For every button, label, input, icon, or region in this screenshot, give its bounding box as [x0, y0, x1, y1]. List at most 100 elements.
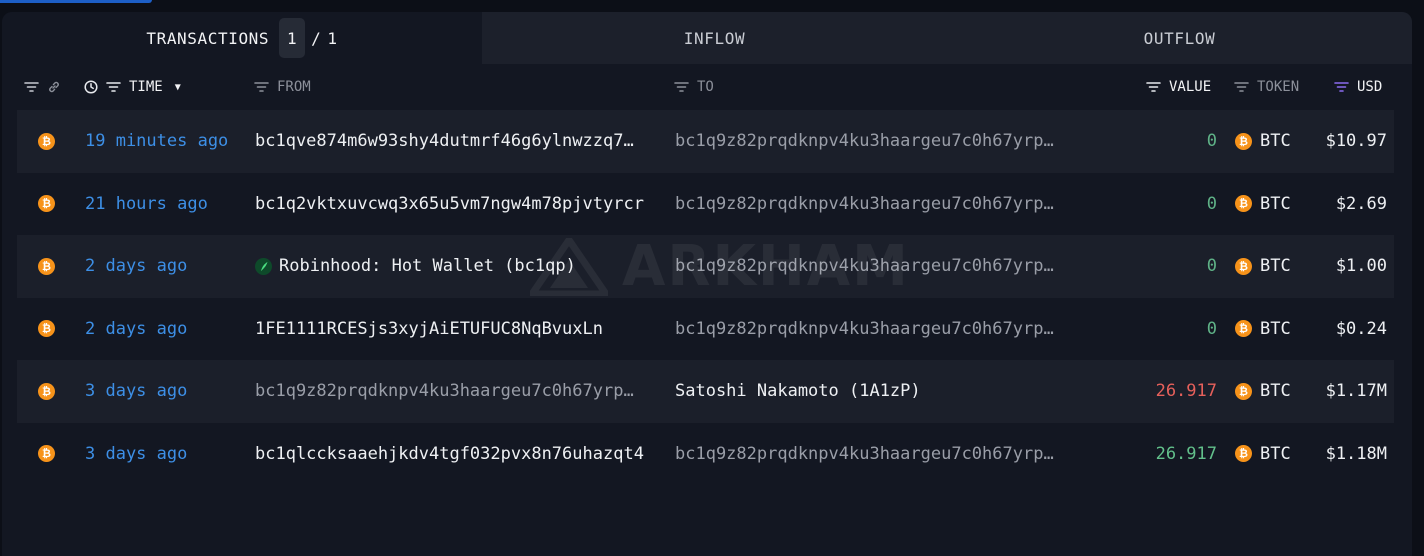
tab-transactions-label: TRANSACTIONS — [146, 28, 270, 48]
filter-icon[interactable] — [1146, 81, 1161, 93]
bitcoin-icon: ₿ — [1235, 445, 1252, 463]
clock-icon — [84, 80, 98, 94]
from-entity[interactable]: Robinhood: Hot Wallet (bc1qp) — [255, 235, 667, 298]
bitcoin-icon: ₿ — [38, 132, 55, 150]
value-amount: 26.917 — [1155, 443, 1217, 464]
usd-amount: $2.69 — [1335, 193, 1387, 214]
table-row[interactable]: ₿ 3 days ago bc1qlccksaaehjkdv4tgf032pvx… — [17, 422, 1394, 486]
time-link[interactable]: 2 days ago — [85, 235, 250, 298]
filter-icon[interactable] — [254, 81, 269, 93]
from-address[interactable]: bc1q2vktxuvcwq3x65u5vm7ngw4m78pjvtyrcr — [255, 173, 667, 236]
chain-cell: ₿ — [38, 423, 58, 486]
to-address[interactable]: bc1q9z82prqdknpv4ku3haargeu7c0h67yrp… — [675, 110, 1077, 173]
time-link[interactable]: 19 minutes ago — [85, 110, 250, 173]
from-address[interactable]: bc1q9z82prqdknpv4ku3haargeu7c0h67yrp… — [255, 360, 667, 423]
link-icon[interactable] — [47, 80, 61, 94]
table-row[interactable]: ₿ 2 days ago 1FE1111RCESjs3xyjAiETUFUC8N… — [17, 297, 1394, 361]
filter-icon[interactable] — [24, 81, 39, 93]
filter-icon-active[interactable] — [1334, 81, 1349, 93]
page-separator: / — [311, 28, 322, 48]
top-accent-bar — [0, 0, 152, 3]
transactions-panel: TRANSACTIONS 1 / 1 INFLOW OUTFLOW TIME ▼… — [2, 12, 1412, 556]
to-address-text: bc1q9z82prqdknpv4ku3haargeu7c0h67yrp… — [675, 256, 1054, 277]
robinhood-icon — [255, 257, 272, 275]
token-symbol: BTC — [1260, 381, 1291, 402]
usd-amount: $1.18M — [1325, 443, 1387, 464]
token-symbol: BTC — [1260, 193, 1291, 214]
chain-cell: ₿ — [38, 298, 58, 361]
to-address-text: bc1q9z82prqdknpv4ku3haargeu7c0h67yrp… — [675, 193, 1054, 214]
table-row[interactable]: ₿ 2 days ago Robinhood: Hot Wallet (bc1q… — [17, 235, 1394, 298]
to-entity[interactable]: Satoshi Nakamoto (1A1zP) — [675, 360, 1077, 423]
value-amount: 26.917 — [1155, 381, 1217, 402]
chain-cell: ₿ — [38, 173, 58, 236]
from-address-text: 1FE1111RCESjs3xyjAiETUFUC8NqBvuxLn — [255, 318, 603, 339]
header-from[interactable]: FROM — [254, 64, 311, 110]
usd-amount: $0.24 — [1335, 318, 1387, 339]
token-cell[interactable]: ₿ BTC — [1235, 423, 1315, 486]
time-link[interactable]: 3 days ago — [85, 423, 250, 486]
value-amount: 0 — [1206, 193, 1217, 214]
to-address-text: bc1q9z82prqdknpv4ku3haargeu7c0h67yrp… — [675, 131, 1054, 152]
table-row[interactable]: ₿ 21 hours ago bc1q2vktxuvcwq3x65u5vm7ng… — [17, 172, 1394, 236]
to-entity-text: Satoshi Nakamoto (1A1zP) — [675, 381, 921, 402]
token-symbol: BTC — [1260, 318, 1291, 339]
header-time[interactable]: TIME ▼ — [84, 64, 181, 110]
time-link[interactable]: 21 hours ago — [85, 173, 250, 236]
tab-outflow[interactable]: OUTFLOW — [947, 12, 1412, 64]
time-link[interactable]: 2 days ago — [85, 298, 250, 361]
from-address[interactable]: bc1qlccksaaehjkdv4tgf032pvx8n76uhazqt4 — [255, 423, 667, 486]
token-cell[interactable]: ₿ BTC — [1235, 110, 1315, 173]
filter-icon[interactable] — [1234, 81, 1249, 93]
value-amount: 0 — [1206, 131, 1217, 152]
token-symbol: BTC — [1260, 131, 1291, 152]
token-cell[interactable]: ₿ BTC — [1235, 235, 1315, 298]
table-header: TIME ▼ FROM TO VALUE TOKEN USD — [2, 64, 1412, 110]
header-token-label: TOKEN — [1257, 79, 1300, 95]
tab-inflow[interactable]: INFLOW — [482, 12, 947, 64]
token-cell[interactable]: ₿ BTC — [1235, 173, 1315, 236]
to-address[interactable]: bc1q9z82prqdknpv4ku3haargeu7c0h67yrp… — [675, 423, 1077, 486]
header-to-label: TO — [697, 79, 714, 95]
time-link[interactable]: 3 days ago — [85, 360, 250, 423]
from-address-text: bc1q2vktxuvcwq3x65u5vm7ngw4m78pjvtyrcr — [255, 193, 644, 214]
bitcoin-icon: ₿ — [38, 445, 55, 463]
filter-icon[interactable] — [106, 81, 121, 93]
header-chain — [24, 64, 61, 110]
bitcoin-icon: ₿ — [1235, 320, 1252, 338]
token-symbol: BTC — [1260, 256, 1291, 277]
usd-amount: $10.97 — [1325, 131, 1387, 152]
tab-transactions[interactable]: TRANSACTIONS 1 / 1 — [2, 12, 482, 64]
chain-cell: ₿ — [38, 360, 58, 423]
from-address[interactable]: 1FE1111RCESjs3xyjAiETUFUC8NqBvuxLn — [255, 298, 667, 361]
from-address[interactable]: bc1qve874m6w93shy4dutmrf46g6ylnwzzq7… — [255, 110, 667, 173]
filter-icon[interactable] — [674, 81, 689, 93]
header-to[interactable]: TO — [674, 64, 714, 110]
header-token[interactable]: TOKEN — [1234, 64, 1299, 110]
from-address-text: bc1qve874m6w93shy4dutmrf46g6ylnwzzq7… — [255, 131, 634, 152]
to-address-text: bc1q9z82prqdknpv4ku3haargeu7c0h67yrp… — [675, 318, 1054, 339]
header-value-label: VALUE — [1169, 79, 1212, 95]
header-value[interactable]: VALUE — [1146, 64, 1211, 110]
token-cell[interactable]: ₿ BTC — [1235, 298, 1315, 361]
value-amount: 0 — [1206, 318, 1217, 339]
to-address[interactable]: bc1q9z82prqdknpv4ku3haargeu7c0h67yrp… — [675, 298, 1077, 361]
usd-amount: $1.00 — [1335, 256, 1387, 277]
bitcoin-icon: ₿ — [38, 257, 55, 275]
table-row[interactable]: ₿ 19 minutes ago bc1qve874m6w93shy4dutmr… — [17, 110, 1394, 173]
table-row[interactable]: ₿ 3 days ago bc1q9z82prqdknpv4ku3haargeu… — [17, 360, 1394, 423]
page-current-input[interactable]: 1 — [279, 18, 306, 58]
value-amount: 0 — [1206, 256, 1217, 277]
header-from-label: FROM — [277, 79, 311, 95]
header-usd-label: USD — [1357, 79, 1383, 95]
to-address[interactable]: bc1q9z82prqdknpv4ku3haargeu7c0h67yrp… — [675, 235, 1077, 298]
bitcoin-icon: ₿ — [1235, 132, 1252, 150]
header-usd[interactable]: USD — [1334, 64, 1382, 110]
token-symbol: BTC — [1260, 443, 1291, 464]
sort-caret-icon[interactable]: ▼ — [175, 82, 181, 93]
tab-bar: TRANSACTIONS 1 / 1 INFLOW OUTFLOW — [2, 12, 1412, 64]
token-cell[interactable]: ₿ BTC — [1235, 360, 1315, 423]
to-address[interactable]: bc1q9z82prqdknpv4ku3haargeu7c0h67yrp… — [675, 173, 1077, 236]
tab-inflow-label: INFLOW — [683, 28, 746, 48]
usd-amount: $1.17M — [1325, 381, 1387, 402]
